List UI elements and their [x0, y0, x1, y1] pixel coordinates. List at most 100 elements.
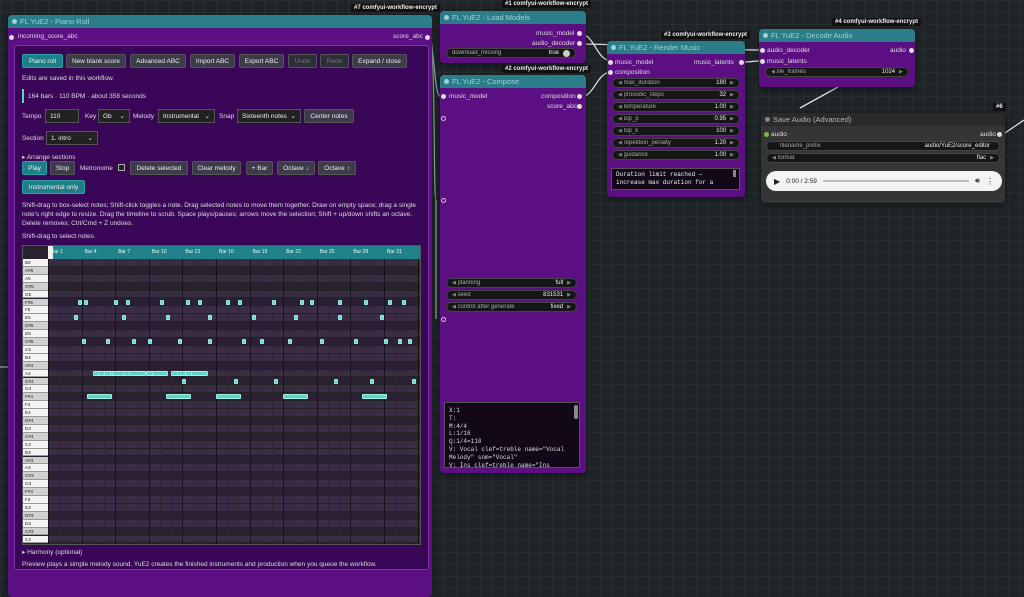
- input-dot[interactable]: [441, 94, 446, 99]
- note[interactable]: [106, 339, 110, 344]
- piano-key[interactable]: F#3: [23, 488, 48, 496]
- import-abc-button[interactable]: Import ABC: [190, 54, 235, 68]
- filename-prefix-widget[interactable]: filename_prefix audio/YuE2/score_editor: [766, 141, 1000, 151]
- volume-icon[interactable]: 🔊︎: [975, 176, 980, 186]
- note[interactable]: [398, 339, 402, 344]
- note[interactable]: [283, 394, 309, 400]
- octave-down-button[interactable]: Octave ↓: [277, 161, 315, 175]
- expand-close-button[interactable]: Expand / close: [352, 54, 407, 68]
- note[interactable]: [300, 299, 304, 305]
- piano-key[interactable]: F3: [23, 496, 48, 504]
- note[interactable]: [242, 339, 246, 344]
- piano-key[interactable]: G#5: [23, 282, 48, 291]
- note[interactable]: [288, 339, 292, 344]
- node-title[interactable]: FL YuE2 - Decode Audio: [759, 29, 915, 42]
- control-after-generate-widget[interactable]: ◀ control after generate fixed ▶: [446, 302, 577, 312]
- add-bar-button[interactable]: + Bar: [246, 161, 273, 175]
- delete-selected-button[interactable]: Delete selected: [130, 161, 188, 175]
- output-dot[interactable]: [577, 31, 582, 36]
- instrumental-only-button[interactable]: Instrumental only: [22, 180, 85, 194]
- note[interactable]: [122, 315, 126, 321]
- note[interactable]: [408, 339, 412, 344]
- render-widget-max-duration[interactable]: ◀ max_duration 180 ▶: [612, 78, 740, 88]
- piano-key[interactable]: C3: [23, 535, 48, 544]
- piano-key[interactable]: G#3: [23, 472, 48, 481]
- note[interactable]: [178, 339, 182, 344]
- audio-player[interactable]: ▶ 0:00 / 2:59 🔊︎ ⋮: [766, 171, 1002, 191]
- center-notes-button[interactable]: Center notes: [304, 109, 354, 123]
- planning-widget[interactable]: ◀ planning full ▶: [446, 278, 577, 288]
- piano-key[interactable]: A#5: [23, 266, 48, 275]
- note[interactable]: [87, 394, 113, 400]
- note[interactable]: [226, 299, 230, 305]
- note[interactable]: [402, 299, 406, 305]
- piano-key[interactable]: A#4: [23, 361, 48, 370]
- input-dot[interactable]: [760, 48, 765, 53]
- output-dot[interactable]: [425, 35, 430, 40]
- note[interactable]: [129, 370, 146, 376]
- piano-key[interactable]: B4: [23, 353, 48, 362]
- note[interactable]: [364, 299, 368, 305]
- note[interactable]: [151, 370, 169, 376]
- note[interactable]: [274, 378, 278, 384]
- note[interactable]: [78, 299, 82, 305]
- piano-key[interactable]: A5: [23, 274, 48, 283]
- piano-key[interactable]: A3: [23, 464, 48, 473]
- piano-key[interactable]: F#4: [23, 393, 48, 402]
- play-button[interactable]: Play: [22, 161, 47, 175]
- render-widget-temperature[interactable]: ◀ temperature 1.00 ▶: [612, 102, 740, 112]
- node-title[interactable]: FL YuE2 - Load Models: [440, 11, 586, 24]
- piano-key[interactable]: E3: [23, 503, 48, 512]
- note[interactable]: [252, 315, 256, 321]
- note[interactable]: [238, 299, 242, 305]
- output-dot[interactable]: [909, 48, 914, 53]
- render-widget-top-k[interactable]: ◀ top_k 100 ▶: [612, 126, 740, 136]
- status-scrollbar[interactable]: [733, 170, 736, 177]
- node-title[interactable]: FL YuE2 - Compose: [440, 75, 586, 88]
- seek-bar[interactable]: [822, 180, 969, 182]
- piano-key[interactable]: D#3: [23, 511, 48, 520]
- undo-button[interactable]: Undo: [288, 54, 317, 68]
- note[interactable]: [310, 299, 314, 305]
- note[interactable]: [388, 299, 392, 305]
- input-dot[interactable]: [441, 198, 446, 203]
- note[interactable]: [294, 315, 298, 321]
- arrange-sections-toggle[interactable]: ▸ Arrange sections: [22, 153, 76, 161]
- piano-key[interactable]: D5: [23, 330, 48, 338]
- piano-key[interactable]: F4: [23, 401, 48, 410]
- play-icon[interactable]: ▶: [774, 177, 780, 186]
- piano-key[interactable]: A#3: [23, 456, 48, 465]
- piano-key[interactable]: E4: [23, 409, 48, 417]
- input-dot[interactable]: [608, 60, 613, 65]
- note[interactable]: [380, 315, 384, 321]
- redo-button[interactable]: Redo: [320, 54, 349, 68]
- piano-key[interactable]: C4: [23, 440, 48, 449]
- input-dot[interactable]: [9, 35, 14, 40]
- note[interactable]: [165, 394, 191, 400]
- clear-melody-button[interactable]: Clear melody: [192, 161, 241, 175]
- input-dot[interactable]: [760, 59, 765, 64]
- note[interactable]: [148, 339, 152, 344]
- piano-key[interactable]: D#4: [23, 417, 48, 425]
- input-dot[interactable]: [764, 132, 769, 137]
- render-widget-guidance[interactable]: ◀ guidance 1.00 ▶: [612, 150, 740, 160]
- render-widget-prosodic-steps[interactable]: ◀ prosodic_steps 32 ▶: [612, 90, 740, 100]
- octave-up-button[interactable]: Octave ↑: [318, 161, 356, 175]
- piano-key[interactable]: C#5: [23, 338, 48, 346]
- piano-key[interactable]: D#5: [23, 322, 48, 331]
- timeline[interactable]: Bar 1 Bar 4 Bar 7 Bar 10 Bar 13 Bar 16 Bar 19 B…: [48, 246, 420, 259]
- tempo-input[interactable]: 110: [45, 109, 79, 123]
- note[interactable]: [320, 339, 324, 344]
- piano-key[interactable]: C5: [23, 345, 48, 354]
- note[interactable]: [208, 315, 212, 321]
- note[interactable]: [370, 378, 374, 384]
- harmony-toggle[interactable]: ▸ Harmony (optional): [22, 548, 82, 556]
- piano-key[interactable]: C#3: [23, 527, 48, 536]
- playhead[interactable]: [48, 246, 53, 259]
- render-widget-repetition-penalty[interactable]: ◀ repetition_penalty 1.20 ▶: [612, 138, 740, 148]
- note[interactable]: [338, 299, 342, 305]
- input-dot[interactable]: [441, 116, 446, 121]
- note[interactable]: [126, 299, 130, 305]
- snap-select[interactable]: Sixteenth notes ⌄: [237, 109, 301, 123]
- piano-key[interactable]: F5: [23, 306, 48, 315]
